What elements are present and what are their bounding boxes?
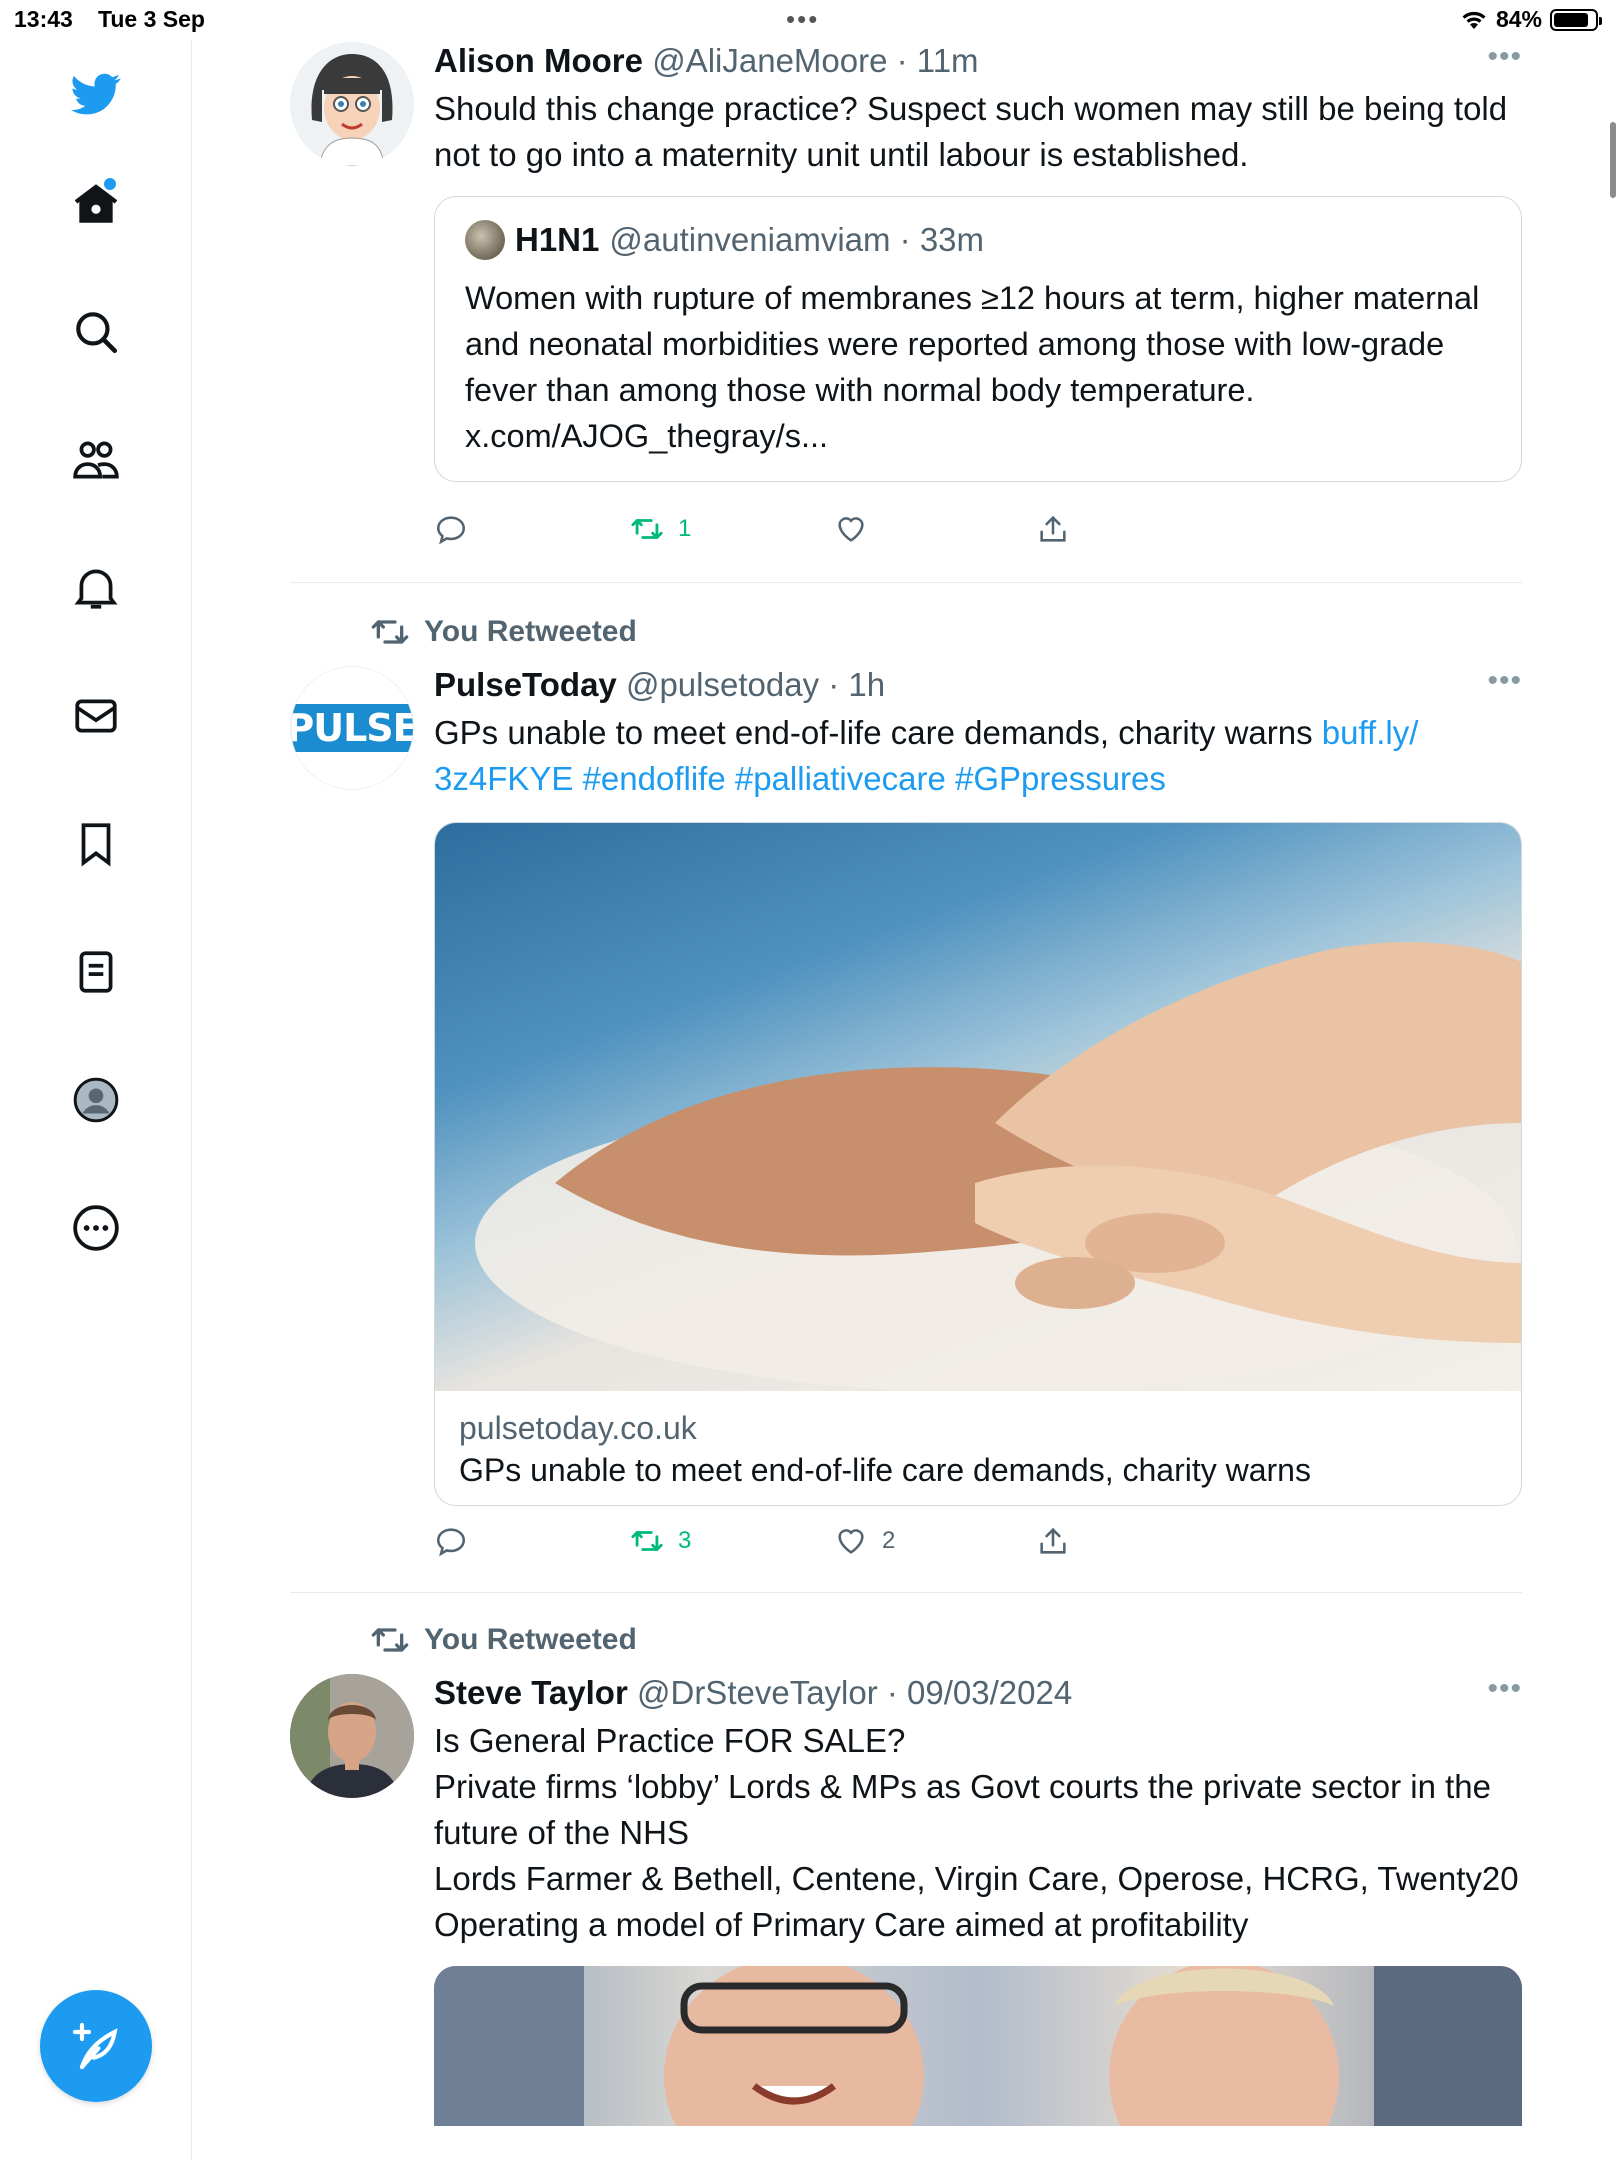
quote-text: Women with rupture of membranes ≥12 hour…	[465, 280, 1480, 454]
battery-fill	[1554, 12, 1588, 27]
tweet-line: Lords Farmer & Bethell, Centene, Virgin …	[434, 1860, 1519, 1897]
retweet-icon	[371, 620, 409, 644]
share-button[interactable]	[1036, 1524, 1084, 1558]
author-handle-time: @AliJaneMoore · 11m	[652, 42, 979, 79]
retweet-indicator[interactable]: You Retweeted	[370, 1620, 637, 1660]
retweet-icon	[371, 1628, 409, 1652]
tweet[interactable]: Steve Taylor @DrSteveTaylor · 09/03/2024…	[290, 1672, 1522, 2160]
twitter-bird-icon[interactable]	[62, 60, 130, 128]
search-icon[interactable]	[62, 298, 130, 366]
battery-icon	[1550, 8, 1602, 31]
tweet[interactable]: PULSE PulseToday @pulsetoday · 1h ••• GP…	[290, 664, 1522, 1584]
tweet-line: Operating a model of Primary Care aimed …	[434, 1906, 1249, 1943]
retweet-icon	[631, 1531, 663, 1551]
status-time: 13:43	[14, 6, 73, 32]
tweet[interactable]: Alison Moore @AliJaneMoore · 11m ••• Sho…	[290, 40, 1522, 550]
tweet-actions: 1	[434, 512, 1334, 560]
tweet-text: Should this change practice? Suspect suc…	[434, 90, 1508, 173]
more-options-icon[interactable]: •••	[1487, 1672, 1522, 1706]
more-options-icon[interactable]: •••	[1487, 664, 1522, 698]
tweet-line: Private firms ‘lobby’ Lords & MPs as Gov…	[434, 1768, 1492, 1851]
sidebar	[0, 40, 192, 2160]
quote-avatar	[465, 220, 505, 260]
status-date: Tue 3 Sep	[98, 6, 205, 32]
tweet-photo[interactable]	[434, 1966, 1522, 2126]
retweet-indicator[interactable]: You Retweeted	[370, 612, 637, 652]
tweet-text: GPs unable to meet end-of-life care dema…	[434, 714, 1419, 797]
bookmark-icon[interactable]	[62, 810, 130, 878]
wifi-icon	[1462, 11, 1486, 29]
tweet-header: PulseToday @pulsetoday · 1h	[434, 664, 1522, 706]
retweet-button[interactable]: 1	[630, 512, 691, 546]
tweet-header: Alison Moore @AliJaneMoore · 11m	[434, 40, 1522, 82]
avatar[interactable]: PULSE	[290, 666, 414, 790]
lists-icon[interactable]	[62, 938, 130, 1006]
heart-icon	[838, 1529, 864, 1554]
retweet-icon	[631, 519, 663, 539]
battery-percent: 84%	[1495, 6, 1542, 32]
card-title: GPs unable to meet end-of-life care dema…	[459, 1452, 1311, 1488]
retweet-button[interactable]: 3	[630, 1524, 691, 1558]
avatar[interactable]	[290, 42, 414, 166]
communities-icon[interactable]	[62, 426, 130, 494]
card-domain: pulsetoday.co.uk	[459, 1410, 697, 1446]
quoted-tweet[interactable]: H1N1 @autinveniamviam · 33m Women with r…	[434, 196, 1522, 482]
more-options-icon[interactable]: •••	[1487, 40, 1522, 74]
reply-icon	[436, 516, 466, 545]
reply-icon	[436, 1528, 466, 1557]
tweet-line: Is General Practice FOR SALE?	[434, 1722, 906, 1759]
heart-icon	[838, 517, 864, 542]
divider	[290, 582, 1522, 583]
author-name[interactable]: PulseToday	[434, 666, 617, 703]
like-button[interactable]	[834, 512, 882, 546]
author-handle-time: @DrSteveTaylor · 09/03/2024	[636, 1674, 1073, 1711]
share-icon	[1040, 515, 1066, 542]
share-button[interactable]	[1036, 512, 1084, 546]
retweet-count: 3	[678, 1527, 692, 1554]
home-notification-dot	[104, 178, 116, 190]
quote-author-handle-time: @autinveniamviam · 33m	[609, 221, 985, 258]
tweet-text: Is General Practice FOR SALE? Private fi…	[434, 1718, 1522, 1948]
divider	[290, 1592, 1522, 1593]
more-icon[interactable]	[62, 1194, 130, 1262]
profile-avatar-icon[interactable]	[62, 1066, 130, 1134]
tweet-actions: 3 2	[434, 1524, 1334, 1572]
share-icon	[1040, 1527, 1066, 1554]
quote-author-name: H1N1	[515, 221, 600, 258]
link-card[interactable]: pulsetoday.co.uk GPs unable to meet end-…	[434, 822, 1522, 1506]
pulse-logo: PULSE	[291, 704, 413, 752]
tweet-header: Steve Taylor @DrSteveTaylor · 09/03/2024	[434, 1672, 1522, 1714]
author-name[interactable]: Steve Taylor	[434, 1674, 628, 1711]
card-image	[435, 823, 1521, 1391]
reply-button[interactable]	[434, 1524, 482, 1558]
like-count: 2	[882, 1527, 896, 1554]
scrollbar-thumb[interactable]	[1610, 122, 1616, 198]
status-bar: 13:43 Tue 3 Sep ••• 84%	[0, 0, 1620, 40]
reply-button[interactable]	[434, 512, 482, 546]
compose-feather-icon	[72, 2022, 118, 2070]
retweet-count: 1	[678, 515, 692, 542]
avatar[interactable]	[290, 1674, 414, 1798]
compose-button[interactable]	[40, 1990, 152, 2102]
bell-icon[interactable]	[62, 554, 130, 622]
mail-icon[interactable]	[62, 682, 130, 750]
multitasking-dots-icon[interactable]: •••	[786, 4, 819, 35]
author-name[interactable]: Alison Moore	[434, 42, 643, 79]
home-icon[interactable]	[62, 170, 130, 238]
like-button[interactable]: 2	[834, 1524, 895, 1558]
author-handle-time: @pulsetoday · 1h	[625, 666, 886, 703]
status-right: 84%	[1460, 6, 1602, 33]
